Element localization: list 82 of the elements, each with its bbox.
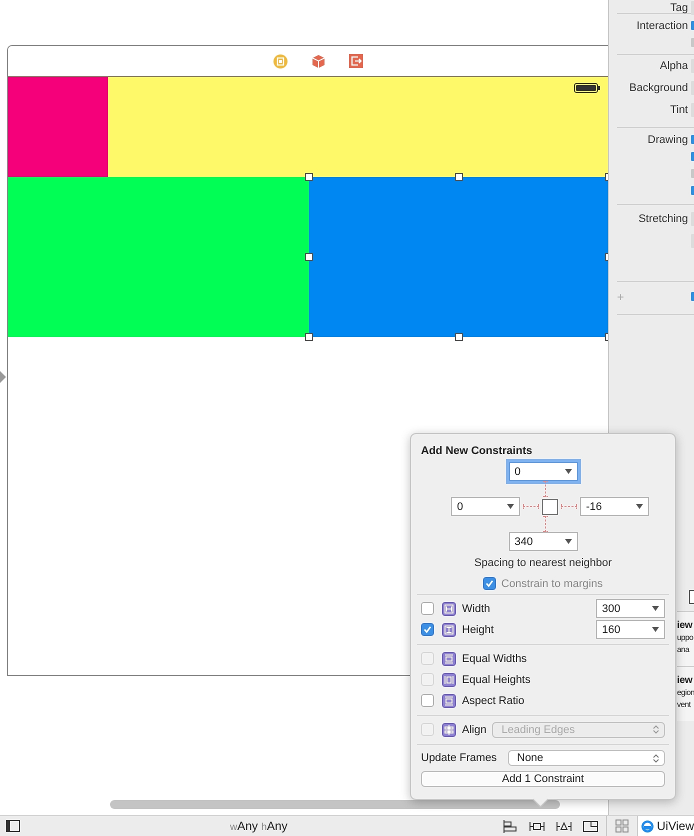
height-icon bbox=[442, 622, 456, 636]
spacing-field[interactable]: 340 bbox=[508, 532, 578, 551]
grid-icon[interactable] bbox=[614, 819, 629, 833]
align-icon[interactable] bbox=[502, 820, 518, 832]
library-item-description: ana bbox=[677, 644, 690, 656]
resize-handle[interactable] bbox=[305, 173, 313, 181]
resize-handle[interactable] bbox=[305, 333, 313, 341]
checkbox[interactable] bbox=[483, 577, 496, 590]
property-label: Tint bbox=[670, 104, 688, 116]
update-frames-label: Update Frames bbox=[421, 752, 497, 764]
add-constraints-button[interactable]: Add 1 Constraint bbox=[421, 771, 665, 787]
constraint-line-icon bbox=[542, 516, 548, 532]
spacing-field[interactable]: -16 bbox=[580, 497, 649, 516]
value-field[interactable]: 300 bbox=[596, 599, 665, 618]
view-controller-icon[interactable] bbox=[273, 54, 288, 68]
caret-icon bbox=[636, 504, 643, 509]
caret-icon bbox=[564, 539, 572, 544]
property-label: Stretching bbox=[638, 213, 688, 225]
battery-icon bbox=[574, 83, 600, 93]
property-label: Alpha bbox=[660, 60, 688, 72]
resize-handle[interactable] bbox=[305, 253, 313, 261]
constraint-label: Equal Heights bbox=[462, 674, 530, 686]
pin-icon[interactable] bbox=[528, 820, 545, 832]
constraint-label: Align bbox=[462, 724, 486, 736]
library-item-title: iew bbox=[677, 620, 694, 632]
checkbox[interactable] bbox=[691, 186, 694, 195]
library-item-description: vent bbox=[677, 699, 692, 711]
constraint-icon bbox=[442, 694, 456, 708]
view-icon bbox=[640, 820, 654, 832]
checkbox[interactable] bbox=[421, 623, 434, 636]
resize-handle[interactable] bbox=[455, 173, 463, 181]
property-label: Background bbox=[629, 82, 688, 94]
constraint-label: Height bbox=[462, 624, 494, 636]
library-item-description: egion bbox=[677, 687, 694, 699]
update-frames-dropdown[interactable]: None bbox=[508, 750, 665, 766]
cube-icon[interactable] bbox=[311, 54, 326, 68]
library-item-title: iew bbox=[677, 675, 694, 687]
view[interactable] bbox=[8, 77, 108, 177]
caret-icon bbox=[507, 504, 514, 509]
property-label: + bbox=[617, 290, 624, 304]
exit-icon[interactable] bbox=[349, 54, 363, 68]
property-label: Drawing bbox=[648, 134, 688, 146]
property-label: Tag bbox=[670, 2, 688, 14]
spacing-label: Spacing to nearest neighbor bbox=[473, 557, 613, 569]
constraint-line-icon bbox=[542, 481, 548, 497]
chevron-icon bbox=[653, 754, 659, 762]
constraint-label: Width bbox=[462, 602, 490, 614]
checkbox[interactable] bbox=[691, 135, 694, 144]
popover-title: Add New Constraints bbox=[421, 445, 534, 457]
align-icon bbox=[442, 722, 456, 736]
chevron-icon bbox=[653, 725, 659, 734]
constraint-icon bbox=[442, 652, 456, 666]
outline-tab[interactable]: UiView bbox=[636, 816, 694, 836]
checkbox-label: Constrain to margins bbox=[501, 578, 603, 590]
resolve-issues-icon[interactable] bbox=[556, 820, 572, 832]
entry-arrow-icon bbox=[0, 371, 6, 383]
library-item-description: uppo bbox=[677, 632, 694, 644]
checkbox[interactable] bbox=[691, 38, 694, 47]
size-class-label[interactable]: wAny hAny bbox=[230, 819, 288, 833]
view-square-icon bbox=[542, 498, 558, 514]
constraint-line-icon bbox=[523, 504, 539, 509]
sidebar-toggle-icon[interactable] bbox=[6, 820, 20, 832]
checkbox[interactable] bbox=[421, 602, 434, 615]
width-icon bbox=[442, 602, 456, 616]
constraint-icon bbox=[442, 672, 456, 686]
resize-handle[interactable] bbox=[455, 333, 463, 341]
constraint-label: Equal Widths bbox=[462, 652, 527, 664]
checkbox[interactable] bbox=[691, 169, 694, 178]
scrollbar[interactable] bbox=[110, 800, 560, 809]
caret-icon bbox=[564, 469, 572, 474]
constraint-label: Aspect Ratio bbox=[462, 694, 524, 706]
caret-icon bbox=[652, 606, 659, 611]
resizing-icon[interactable] bbox=[582, 820, 598, 832]
checkbox[interactable] bbox=[691, 292, 694, 301]
constraint-line-icon bbox=[561, 504, 577, 509]
checkbox[interactable] bbox=[691, 152, 694, 161]
property-label: Interaction bbox=[636, 20, 688, 32]
checkbox[interactable] bbox=[691, 21, 694, 30]
spacing-field[interactable]: 0 bbox=[451, 497, 520, 516]
value-field[interactable]: 160 bbox=[596, 620, 665, 639]
checkbox[interactable] bbox=[421, 694, 434, 707]
caret-icon bbox=[652, 627, 659, 632]
